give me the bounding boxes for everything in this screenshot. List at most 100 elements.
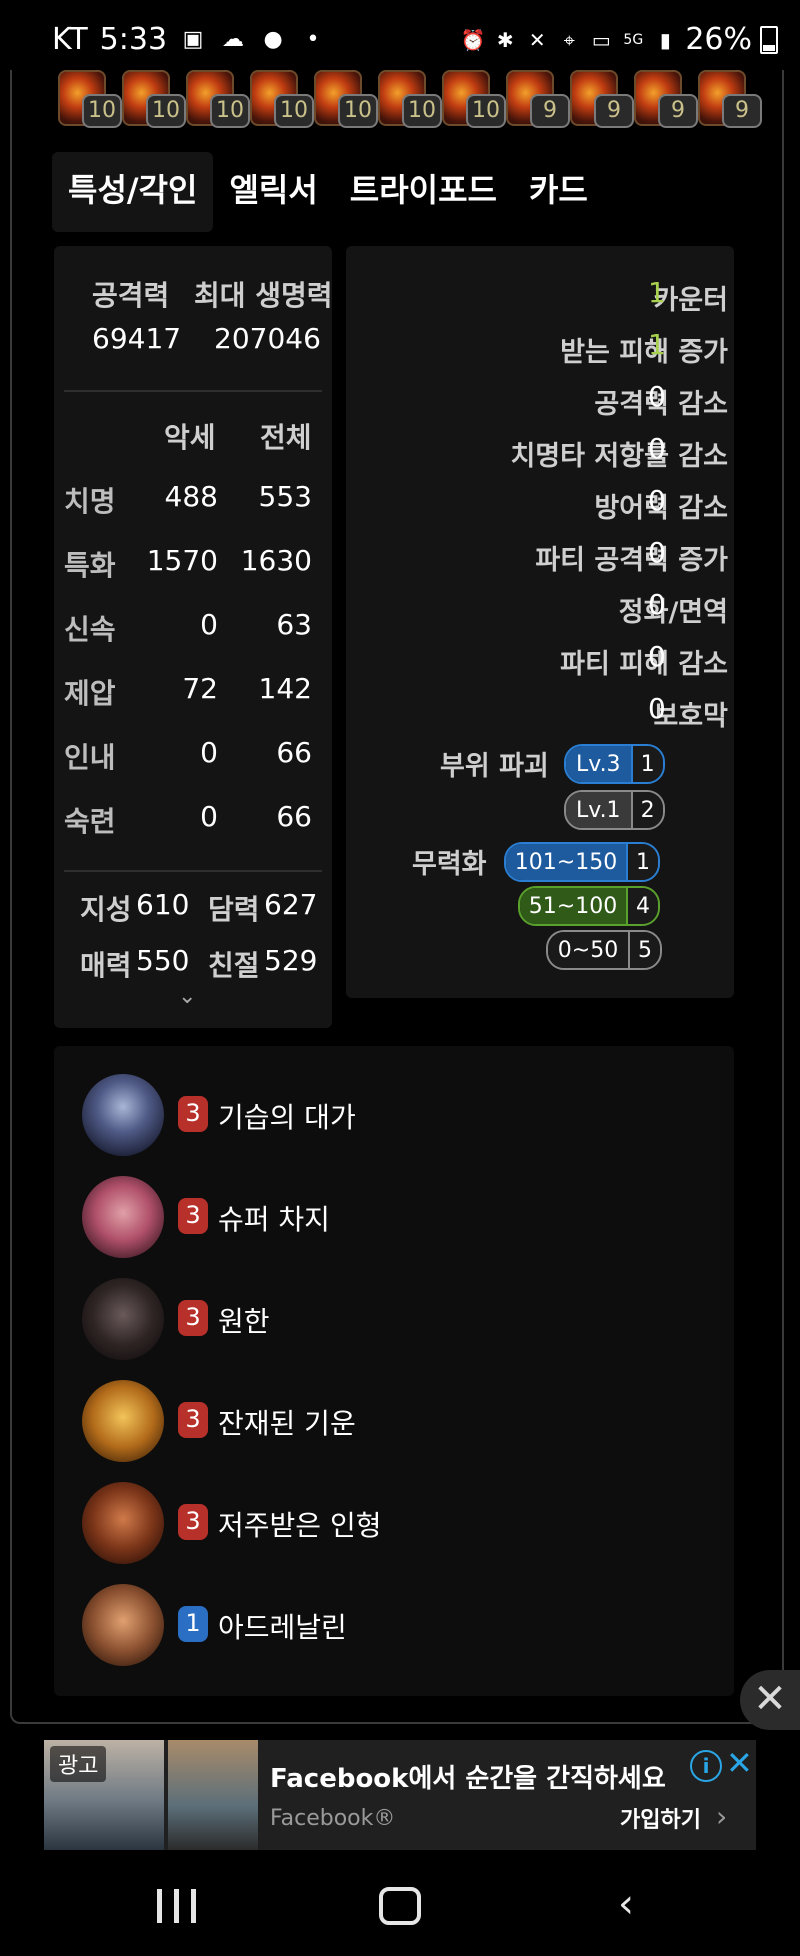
ad-image	[168, 1740, 258, 1850]
col-total-header: 전체	[260, 421, 312, 454]
engraving-row[interactable]: 3 잔재된 기운	[82, 1380, 682, 1464]
attack-down-value: 0	[648, 380, 666, 413]
home-icon[interactable]	[370, 1876, 430, 1932]
gem-level: 9	[594, 94, 634, 128]
location-icon: ⌖	[563, 27, 575, 52]
max-hp-label: 최대 생명력	[194, 279, 333, 312]
engraving-row[interactable]: 3 기습의 대가	[82, 1074, 682, 1158]
trait-charisma-label: 매력	[80, 949, 132, 982]
mute-icon: ✕	[528, 27, 546, 52]
part-break-label: 부위 파괴	[440, 751, 549, 782]
chevron-right-icon[interactable]: ›	[716, 1800, 727, 1833]
stagger-mid-pill: 51~100 4	[518, 886, 660, 926]
cursed-doll-icon	[82, 1482, 164, 1564]
stat-spec-acc: 1570	[146, 544, 218, 577]
trait-charisma-value: 550	[136, 944, 190, 977]
engraving-row[interactable]: 3 원한	[82, 1278, 682, 1362]
engraving-row[interactable]: 3 저주받은 인형	[82, 1482, 682, 1566]
adrenaline-icon	[82, 1584, 164, 1666]
dot-icon: •	[306, 27, 320, 52]
stat-exp-acc: 0	[200, 800, 218, 833]
damage-taken-up-value: 1	[648, 328, 666, 361]
stat-end-total: 66	[276, 736, 312, 769]
stat-swift-acc: 0	[200, 608, 218, 641]
part-break-lv1-pill: Lv.1 2	[564, 790, 665, 830]
tab-tripod[interactable]: 트라이포드	[334, 152, 513, 232]
party-attack-up-value: 0	[648, 536, 666, 569]
remnant-energy-icon	[82, 1380, 164, 1462]
gem-level: 10	[82, 94, 122, 128]
clock: 5:33	[99, 22, 168, 57]
party-attack-up-label: 파티 공격력 증가	[535, 545, 728, 576]
party-damage-down-label: 파티 피해 감소	[560, 649, 728, 680]
chevron-down-icon[interactable]: ⌄	[178, 984, 196, 1009]
stat-dom-label: 제압	[64, 677, 116, 710]
stat-swift-label: 신속	[64, 613, 116, 646]
stats-panel: 공격력 최대 생명력 69417 207046 악세 전체 치명 488 553…	[54, 246, 333, 1028]
trait-courage-label: 담력	[208, 893, 260, 926]
stat-exp-label: 숙련	[64, 805, 116, 838]
stat-dom-acc: 72	[182, 672, 218, 705]
ad-close-icon[interactable]: ✕	[726, 1744, 753, 1782]
counter-value: 1	[648, 276, 666, 309]
signal-icon: ▮	[659, 27, 671, 52]
trait-courage-value: 627	[264, 888, 318, 921]
ad-sponsor: Facebook®	[270, 1806, 396, 1831]
gem-level: 10	[466, 94, 506, 128]
party-damage-down-value: 0	[648, 640, 666, 673]
stagger-label: 무력화	[412, 849, 487, 880]
gem-level: 10	[210, 94, 250, 128]
shield-value: 0	[648, 692, 666, 725]
attack-value: 69417	[92, 322, 182, 355]
back-icon[interactable]: ‹	[596, 1876, 656, 1932]
tab-elixir[interactable]: 엘릭서	[213, 152, 333, 232]
trait-kindness-label: 친절	[208, 949, 260, 982]
recent-apps-icon[interactable]	[146, 1876, 206, 1932]
trait-intellect-label: 지성	[80, 893, 132, 926]
battery-percent: 26%	[685, 22, 752, 57]
damage-taken-up-label: 받는 피해 증가	[560, 337, 728, 368]
bluetooth-icon: ✱	[496, 27, 514, 52]
stat-spec-label: 특화	[64, 549, 116, 582]
gem-level: 10	[338, 94, 378, 128]
ad-cta-button[interactable]: 가입하기	[620, 1802, 701, 1834]
battery-icon	[760, 25, 778, 54]
tab-traits-engravings[interactable]: 특성/각인	[52, 152, 214, 232]
engraving-row[interactable]: 1 아드레날린	[82, 1584, 682, 1668]
carrier-label: KT	[52, 22, 88, 57]
ambush-icon	[82, 1074, 164, 1156]
alarm-icon: ⏰	[460, 27, 486, 52]
cleanse-immune-value: 0	[648, 588, 666, 621]
gem-level: 10	[402, 94, 442, 128]
stat-crit-acc: 488	[164, 480, 218, 513]
stagger-low-pill: 0~50 5	[546, 930, 662, 970]
stat-end-label: 인내	[64, 741, 116, 774]
close-icon[interactable]: ✕	[740, 1670, 800, 1730]
cleanse-immune-label: 정화/면역	[618, 597, 728, 628]
crit-res-down-label: 치명타 저항률 감소	[510, 441, 728, 472]
gem-level: 10	[146, 94, 186, 128]
ad-title: Facebook에서 순간을 간직하세요	[270, 1764, 666, 1794]
gem-row: 10 10 10 10 10 10 10 9 9 9 9	[58, 70, 762, 130]
divider	[64, 870, 322, 872]
tab-bar: 특성/각인 엘릭서 트라이포드 카드	[52, 152, 604, 232]
network-5g-icon: 5G	[623, 31, 644, 48]
stat-crit-label: 치명	[64, 485, 116, 518]
super-charge-icon	[82, 1176, 164, 1258]
max-hp-value: 207046	[214, 322, 321, 355]
stat-dom-total: 142	[258, 672, 312, 705]
hd-icon: ▭	[591, 27, 611, 52]
info-icon[interactable]: i	[690, 1750, 722, 1782]
trait-kindness-value: 529	[264, 944, 318, 977]
divider	[64, 390, 322, 392]
trait-intellect-value: 610	[136, 888, 190, 921]
tab-card[interactable]: 카드	[513, 152, 604, 232]
grudge-icon	[82, 1278, 164, 1360]
engraving-row[interactable]: 3 슈퍼 차지	[82, 1176, 682, 1260]
col-accessory-header: 악세	[164, 421, 216, 454]
gem-level: 9	[722, 94, 762, 128]
talk-icon: ●	[263, 27, 283, 52]
ad-banner[interactable]: 광고 Facebook에서 순간을 간직하세요 Facebook® 가입하기 ›…	[0, 1730, 800, 1850]
cloud-icon: ☁	[222, 27, 245, 52]
gem-level: 9	[658, 94, 698, 128]
